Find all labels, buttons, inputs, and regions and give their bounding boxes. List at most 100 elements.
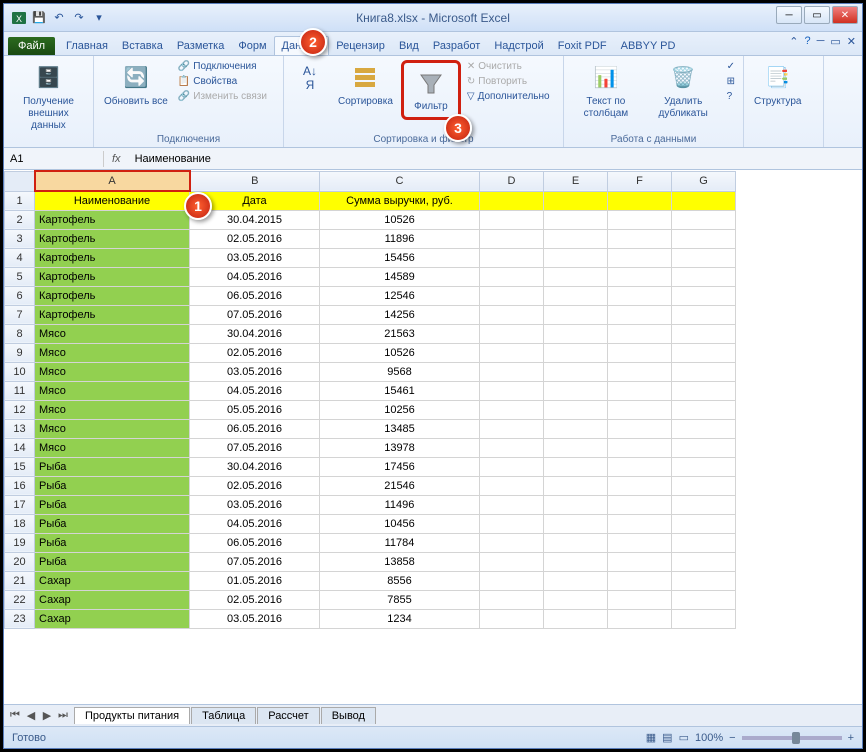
row-header[interactable]: 10 — [5, 362, 35, 381]
view-normal-icon[interactable]: ▦ — [646, 731, 656, 744]
close-button[interactable]: ✕ — [832, 6, 858, 24]
cell-revenue[interactable]: 21546 — [320, 476, 480, 495]
edit-links-button[interactable]: 🔗Изменить связи — [176, 90, 269, 103]
cell-revenue[interactable]: 14256 — [320, 305, 480, 324]
zoom-out-icon[interactable]: − — [729, 732, 735, 744]
row-header[interactable]: 19 — [5, 533, 35, 552]
sheet-area[interactable]: A B C D E F G 1 Наименование Дата Сумма … — [4, 170, 862, 704]
sort-az-button[interactable]: A↓Я — [290, 60, 330, 98]
cell-name[interactable]: Мясо — [35, 419, 190, 438]
cell-date[interactable]: 04.05.2016 — [190, 381, 320, 400]
tab-addins[interactable]: Надстрой — [487, 37, 550, 55]
tab-view[interactable]: Вид — [392, 37, 426, 55]
row-header[interactable]: 15 — [5, 457, 35, 476]
cell-name[interactable]: Рыба — [35, 495, 190, 514]
cell-date[interactable]: 02.05.2016 — [190, 590, 320, 609]
cell-revenue[interactable]: 7855 — [320, 590, 480, 609]
remove-duplicates-button[interactable]: 🗑️ Удалить дубликаты — [646, 60, 721, 122]
consolidate-icon[interactable]: ⊞ — [725, 75, 737, 88]
cell-name[interactable]: Картофель — [35, 248, 190, 267]
cell-name[interactable]: Картофель — [35, 305, 190, 324]
cell-revenue[interactable]: 9568 — [320, 362, 480, 381]
cell-revenue[interactable]: 14589 — [320, 267, 480, 286]
cell-name[interactable]: Рыба — [35, 476, 190, 495]
zoom-level[interactable]: 100% — [695, 732, 723, 744]
first-sheet-icon[interactable]: ⏮ — [8, 709, 22, 722]
cell-date[interactable]: 07.05.2016 — [190, 438, 320, 457]
tab-layout[interactable]: Разметка — [170, 37, 232, 55]
cell-date[interactable]: 02.05.2016 — [190, 343, 320, 362]
cell-name[interactable]: Рыба — [35, 552, 190, 571]
cell-name[interactable]: Рыба — [35, 533, 190, 552]
cell-revenue[interactable]: 12546 — [320, 286, 480, 305]
cell-name[interactable]: Мясо — [35, 438, 190, 457]
cell-name[interactable]: Сахар — [35, 571, 190, 590]
cell-revenue[interactable]: 11784 — [320, 533, 480, 552]
cell-revenue[interactable]: 21563 — [320, 324, 480, 343]
cell-name[interactable]: Мясо — [35, 381, 190, 400]
cell-date[interactable]: 30.04.2016 — [190, 457, 320, 476]
cell-revenue[interactable]: 11896 — [320, 229, 480, 248]
name-box[interactable]: A1 — [4, 151, 104, 167]
row-header[interactable]: 6 — [5, 286, 35, 305]
tab-abbyy[interactable]: ABBYY PD — [614, 37, 683, 55]
col-header-b[interactable]: B — [190, 171, 320, 191]
row-header[interactable]: 17 — [5, 495, 35, 514]
outline-button[interactable]: 📑 Структура — [750, 60, 805, 110]
cell-date[interactable]: 03.05.2016 — [190, 495, 320, 514]
cell-revenue[interactable]: 10256 — [320, 400, 480, 419]
filter-button[interactable]: Фильтр — [406, 65, 456, 115]
connections-button[interactable]: 🔗Подключения — [176, 60, 269, 73]
cell-date[interactable]: 02.05.2016 — [190, 476, 320, 495]
maximize-button[interactable]: ▭ — [804, 6, 830, 24]
tab-formulas[interactable]: Форм — [231, 37, 273, 55]
cell-name[interactable]: Картофель — [35, 267, 190, 286]
tab-review[interactable]: Рецензир — [329, 37, 392, 55]
prev-sheet-icon[interactable]: ◀ — [24, 709, 38, 722]
sheet-tab[interactable]: Продукты питания — [74, 707, 190, 724]
cell-date[interactable]: 03.05.2016 — [190, 362, 320, 381]
tab-foxit[interactable]: Foxit PDF — [551, 37, 614, 55]
cell-name[interactable]: Сахар — [35, 609, 190, 628]
col-header-e[interactable]: E — [544, 171, 608, 191]
reapply-button[interactable]: ↻Повторить — [465, 75, 552, 88]
col-header-d[interactable]: D — [480, 171, 544, 191]
row-header[interactable]: 7 — [5, 305, 35, 324]
cell-name[interactable]: Мясо — [35, 400, 190, 419]
text-to-columns-button[interactable]: 📊 Текст по столбцам — [570, 60, 642, 122]
cell-revenue[interactable]: 1234 — [320, 609, 480, 628]
row-header[interactable]: 21 — [5, 571, 35, 590]
cell-revenue[interactable]: 13858 — [320, 552, 480, 571]
select-all-corner[interactable] — [5, 171, 35, 191]
cell-date[interactable]: 01.05.2016 — [190, 571, 320, 590]
cell-name[interactable]: Рыба — [35, 457, 190, 476]
row-header[interactable]: 12 — [5, 400, 35, 419]
cell-revenue[interactable]: 13485 — [320, 419, 480, 438]
row-header[interactable]: 18 — [5, 514, 35, 533]
cell-date[interactable]: 07.05.2016 — [190, 552, 320, 571]
cell-name[interactable]: Рыба — [35, 514, 190, 533]
qat-more-icon[interactable]: ▾ — [90, 9, 108, 27]
header-name[interactable]: Наименование — [35, 191, 190, 210]
cell-revenue[interactable]: 8556 — [320, 571, 480, 590]
cell-date[interactable]: 07.05.2016 — [190, 305, 320, 324]
cell-name[interactable]: Мясо — [35, 343, 190, 362]
external-data-button[interactable]: 🗄️ Получение внешних данных — [10, 60, 87, 134]
row-header[interactable]: 23 — [5, 609, 35, 628]
cell-name[interactable]: Картофель — [35, 210, 190, 229]
row-header[interactable]: 16 — [5, 476, 35, 495]
tab-file[interactable]: Файл — [8, 37, 55, 55]
validation-icon[interactable]: ✓ — [725, 60, 737, 73]
row-header[interactable]: 9 — [5, 343, 35, 362]
zoom-slider[interactable] — [742, 736, 842, 740]
cell-revenue[interactable]: 17456 — [320, 457, 480, 476]
save-icon[interactable]: 💾 — [30, 9, 48, 27]
row-header[interactable]: 1 — [5, 191, 35, 210]
cell-date[interactable]: 06.05.2016 — [190, 533, 320, 552]
advanced-filter-button[interactable]: ▽Дополнительно — [465, 90, 552, 103]
col-header-f[interactable]: F — [608, 171, 672, 191]
cell-name[interactable]: Мясо — [35, 362, 190, 381]
row-header[interactable]: 13 — [5, 419, 35, 438]
row-header[interactable]: 3 — [5, 229, 35, 248]
cell-revenue[interactable]: 10456 — [320, 514, 480, 533]
